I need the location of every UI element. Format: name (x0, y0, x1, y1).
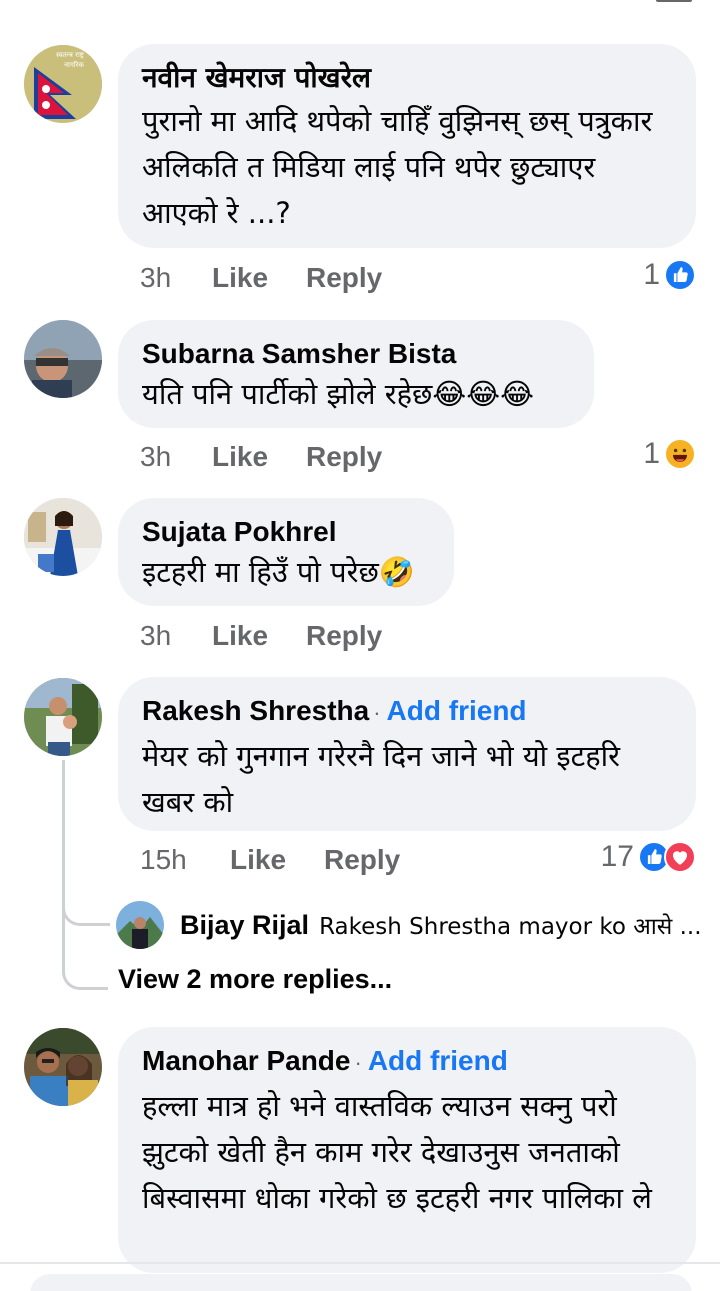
author-name-line: Manohar Pande · Add friend (142, 1041, 672, 1083)
add-friend-button[interactable]: Add friend (387, 695, 527, 726)
comment-actions: 3h Like Reply (140, 437, 382, 477)
reply-button[interactable]: Reply (306, 616, 382, 656)
add-friend-button[interactable]: Add friend (368, 1045, 508, 1076)
view-more-replies-link[interactable]: View 2 more replies... (118, 964, 392, 995)
separator-dot: · (373, 700, 381, 725)
comment-text: इटहरी मा हिउँ पो परेछ🤣 (142, 555, 415, 589)
comment-text: यति पनि पार्टीको झोले रहेछ😂😂😂 (142, 377, 535, 411)
like-icon (664, 259, 696, 291)
reply-button[interactable]: Reply (306, 258, 382, 298)
author-name[interactable]: Sujata Pokhrel (142, 512, 430, 552)
reaction-summary[interactable]: 1 (643, 437, 696, 471)
like-button[interactable]: Like (212, 616, 306, 656)
comment-actions: 3h Like Reply (140, 258, 382, 298)
reply-button[interactable]: Reply (306, 437, 382, 477)
avatar-image (24, 678, 102, 756)
like-button[interactable]: Like (212, 437, 306, 477)
avatar-image (24, 1028, 102, 1106)
timestamp[interactable]: 3h (140, 258, 212, 298)
avatar[interactable] (24, 678, 102, 756)
author-name[interactable]: नवीन खेमराज पोखरेल (142, 58, 672, 98)
svg-text:स्वतन्त्र राष्ट्र: स्वतन्त्र राष्ट्र (56, 51, 85, 59)
divider (0, 1262, 720, 1264)
comment-bubble: Sujata Pokhrel इटहरी मा हिउँ पो परेछ🤣 (118, 498, 454, 606)
comment-actions: 3h Like Reply (140, 616, 382, 656)
reaction-count: 1 (643, 258, 660, 291)
love-icon (664, 841, 696, 873)
author-name-line: Rakesh Shrestha · Add friend (142, 691, 672, 733)
author-name[interactable]: Subarna Samsher Bista (142, 334, 570, 374)
reaction-count: 1 (643, 437, 660, 470)
timestamp[interactable]: 3h (140, 437, 212, 477)
like-button[interactable]: Like (212, 258, 306, 298)
separator-dot: · (354, 1050, 362, 1075)
author-name[interactable]: Manohar Pande (142, 1045, 350, 1076)
avatar[interactable] (24, 1028, 102, 1106)
avatar[interactable]: स्वतन्त्र राष्ट्र नागरिक (24, 45, 102, 123)
avatar[interactable] (116, 901, 164, 949)
comment-text: पुरानो मा आदि थपेको चाहिँ वुझिनस् छस् पत… (142, 104, 653, 230)
reaction-summary[interactable]: 17 (601, 840, 696, 874)
comment-bubble: Subarna Samsher Bista यति पनि पार्टीको झ… (118, 320, 594, 428)
haha-icon (664, 438, 696, 470)
reply-button[interactable]: Reply (324, 840, 400, 880)
reply-text: Rakesh Shrestha mayor ko आसे ... (319, 914, 702, 940)
reply-preview[interactable]: Bijay Rijal Rakesh Shrestha mayor ko आसे… (116, 900, 702, 950)
thread-connector (62, 920, 108, 990)
svg-text:नागरिक: नागरिक (64, 60, 84, 69)
avatar-image (24, 320, 102, 398)
avatar[interactable] (24, 498, 102, 576)
avatar[interactable] (24, 320, 102, 398)
comment-actions: 15h Like Reply (140, 840, 400, 880)
comment-bubble: Manohar Pande · Add friend हल्ला मात्र हो … (118, 1027, 696, 1273)
avatar-image (116, 901, 164, 949)
comment-bubble (30, 1274, 692, 1291)
author-name[interactable]: Rakesh Shrestha (142, 695, 369, 726)
avatar-image: स्वतन्त्र राष्ट्र नागरिक (24, 45, 102, 123)
timestamp[interactable]: 3h (140, 616, 212, 656)
comment-bubble: नवीन खेमराज पोखरेल पुरानो मा आदि थपेको च… (118, 44, 696, 248)
reaction-count: 17 (600, 840, 634, 873)
reaction-summary[interactable]: 1 (643, 258, 696, 292)
reply-author-name[interactable]: Bijay Rijal (180, 910, 309, 941)
avatar-image (24, 498, 102, 576)
comment-bubble: Rakesh Shrestha · Add friend मेयर को गुनगा… (118, 677, 696, 831)
timestamp[interactable]: 15h (140, 840, 230, 880)
like-button[interactable]: Like (230, 840, 324, 880)
overflow-menu-icon[interactable] (656, 0, 692, 2)
comment-text: हल्ला मात्र हो भने वास्तविक ल्याउन सक्नु… (142, 1089, 652, 1215)
comment-text: मेयर को गुनगान गरेरनै दिन जाने भो यो इटह… (142, 739, 621, 819)
